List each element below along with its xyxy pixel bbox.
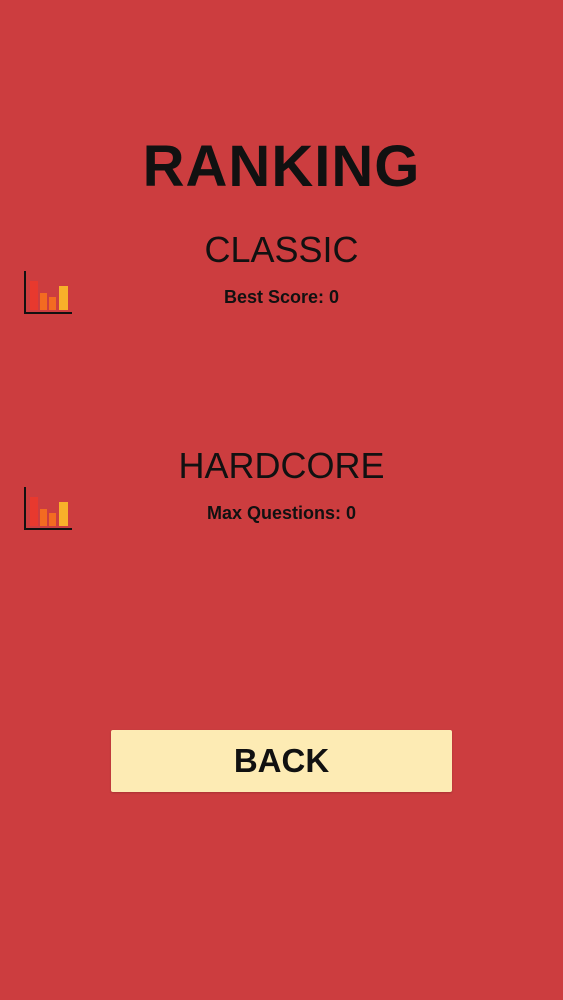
page-title: RANKING [142,134,421,199]
classic-stat-value: 0 [329,287,340,307]
hardcore-stat-label: Max Questions: [206,503,341,523]
back-button[interactable]: BACK [111,730,452,792]
classic-mode-title: CLASSIC [204,229,359,270]
hardcore-max-questions: Max Questions: 0 [0,502,563,524]
hardcore-stat-value: 0 [346,503,357,523]
ranking-screen: RANKING CLASSIC Best Score: 0 HARDCORE Ma… [0,0,563,1000]
classic-stat-label: Best Score: [223,287,325,307]
hardcore-mode-title: HARDCORE [178,445,385,486]
classic-best-score: Best Score: 0 [0,286,563,308]
